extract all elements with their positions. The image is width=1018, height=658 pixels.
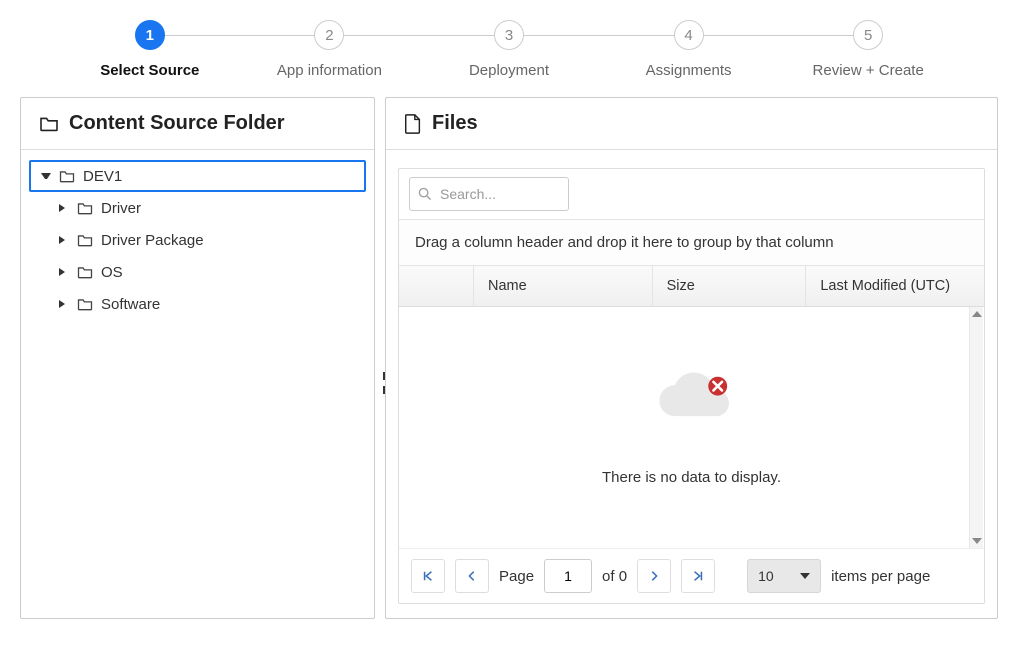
search-box[interactable] [409,177,569,211]
step-number: 4 [674,20,704,50]
step-number: 5 [853,20,883,50]
column-header-name[interactable]: Name [474,266,653,306]
step-review-create[interactable]: 5 Review + Create [778,20,958,79]
pager-prev-button[interactable] [455,559,489,593]
search-row [399,169,984,219]
folder-icon [77,202,93,215]
pager-of-label: of 0 [602,568,627,585]
chevron-right-icon[interactable] [59,267,69,277]
chevron-right-icon[interactable] [59,299,69,309]
folder-icon [77,266,93,279]
scroll-down-icon[interactable] [972,538,982,544]
folder-icon [77,298,93,311]
wizard-stepper: 1 Select Source 2 App information 3 Depl… [0,0,1018,79]
pager-page-label: Page [499,568,534,585]
tree-item-label: DEV1 [83,168,122,185]
folder-icon [77,234,93,247]
files-grid-container: Drag a column header and drop it here to… [398,168,985,604]
content-source-panel: Content Source Folder DEV1 Driver [20,97,375,619]
search-input[interactable] [440,186,560,202]
pager-first-button[interactable] [411,559,445,593]
pager-page-input[interactable] [544,559,592,593]
chevron-down-icon [800,573,810,579]
step-select-source[interactable]: 1 Select Source [60,20,240,79]
tree-item-dev1[interactable]: DEV1 [29,160,366,192]
pager-next-button[interactable] [637,559,671,593]
files-panel: Files Drag a column header and drop it h… [385,97,998,619]
page-size-select[interactable]: 10 [747,559,821,593]
panel-header: Content Source Folder [21,98,374,145]
folder-tree: DEV1 Driver Driver Package [21,156,374,324]
step-label: Review + Create [813,62,924,79]
tree-item-label: OS [101,264,123,281]
column-expander[interactable] [399,266,474,306]
panel-title: Files [432,112,478,135]
step-label: Assignments [646,62,732,79]
tree-item-label: Software [101,296,160,313]
search-icon [418,187,432,201]
group-by-drop-area[interactable]: Drag a column header and drop it here to… [399,219,984,266]
step-label: Deployment [469,62,549,79]
step-deployment[interactable]: 3 Deployment [419,20,599,79]
panel-header: Files [386,98,997,145]
table-header-row: Name Size Last Modified (UTC) [399,266,984,307]
column-header-size[interactable]: Size [653,266,807,306]
chevron-right-icon[interactable] [59,203,69,213]
step-label: App information [277,62,382,79]
tree-item-label: Driver [101,200,141,217]
tree-item-label: Driver Package [101,232,204,249]
scroll-up-icon[interactable] [972,311,982,317]
empty-state-cloud-icon [647,369,737,429]
divider [386,149,997,150]
step-number: 2 [314,20,344,50]
step-number: 3 [494,20,524,50]
step-app-information[interactable]: 2 App information [240,20,420,79]
pager: Page of 0 10 items per page [399,548,984,603]
tree-item-driver[interactable]: Driver [29,192,366,224]
pager-last-button[interactable] [681,559,715,593]
tree-item-driver-package[interactable]: Driver Package [29,224,366,256]
folder-icon [39,116,59,132]
tree-item-os[interactable]: OS [29,256,366,288]
file-icon [404,114,422,134]
chevron-right-icon[interactable] [59,235,69,245]
folder-icon [59,170,75,183]
step-label: Select Source [100,62,199,79]
divider [21,149,374,150]
column-header-modified[interactable]: Last Modified (UTC) [806,266,984,306]
panel-title: Content Source Folder [69,112,285,135]
pager-per-page-label: items per page [831,568,930,585]
page-size-value: 10 [758,568,774,584]
splitter-handle[interactable] [382,368,386,398]
table-body-empty: There is no data to display. [399,307,984,548]
chevron-down-icon[interactable] [41,171,51,181]
tree-item-software[interactable]: Software [29,288,366,320]
empty-state-text: There is no data to display. [602,469,781,486]
step-assignments[interactable]: 4 Assignments [599,20,779,79]
step-number: 1 [135,20,165,50]
vertical-scrollbar[interactable] [969,307,983,548]
